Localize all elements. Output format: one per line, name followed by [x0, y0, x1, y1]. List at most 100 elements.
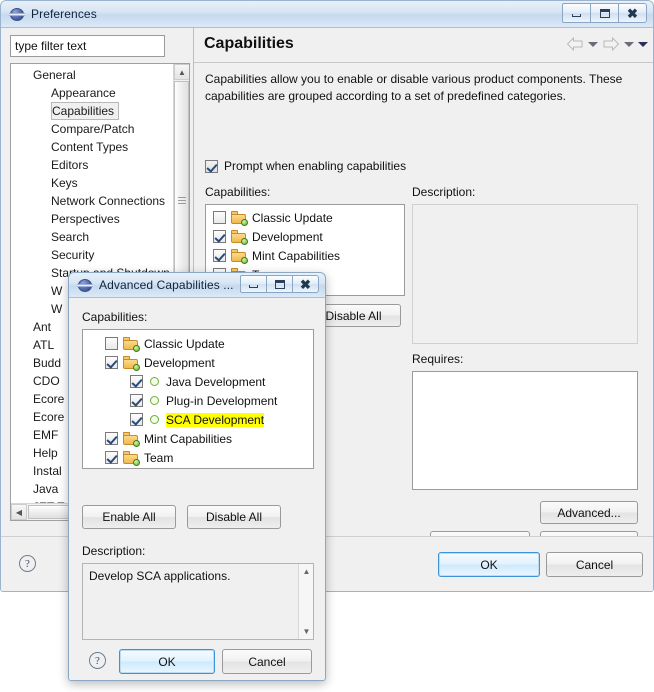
advanced-disable-all-button[interactable]: Disable All — [187, 505, 281, 529]
capabilities-label: Capabilities: — [205, 185, 271, 199]
sidebar-item-general[interactable]: General — [11, 66, 174, 84]
help-icon[interactable]: ? — [89, 652, 106, 669]
back-dropdown-icon[interactable] — [588, 41, 598, 47]
filter-input[interactable] — [10, 35, 165, 57]
view-menu-icon[interactable] — [638, 41, 648, 47]
capability-label: Team — [144, 450, 174, 465]
capability-checkbox[interactable] — [130, 413, 143, 426]
advanced-dialog-title: Advanced Capabilities ... — [99, 278, 234, 292]
cancel-button[interactable]: Cancel — [546, 552, 643, 577]
page-nav-toolbar — [566, 37, 648, 51]
advanced-dialog-body: Capabilities: Classic Update Development… — [69, 298, 325, 680]
folder-icon — [123, 450, 140, 466]
prompt-when-enabling-checkbox[interactable] — [205, 159, 218, 173]
advanced-enable-all-button[interactable]: Enable All — [82, 505, 176, 529]
capability-checkbox[interactable] — [105, 356, 118, 369]
minimize-button[interactable] — [562, 3, 591, 23]
description-label: Description: — [412, 185, 476, 199]
sidebar-item-search[interactable]: Search — [11, 228, 174, 246]
sidebar-item-appearance[interactable]: Appearance — [11, 84, 174, 102]
requires-box — [412, 371, 638, 490]
capability-checkbox[interactable] — [105, 432, 118, 445]
tree-row[interactable]: Java Development — [83, 372, 313, 391]
capability-label: Mint Capabilities — [144, 431, 233, 446]
capability-dot-icon — [150, 396, 159, 405]
capability-label: Development — [252, 229, 323, 244]
sidebar-item-perspectives[interactable]: Perspectives — [11, 210, 174, 228]
window-title: Preferences — [31, 7, 97, 21]
capability-label-highlighted: SCA Development — [166, 412, 265, 427]
advanced-ok-button[interactable]: OK — [119, 649, 215, 674]
advanced-description-label: Description: — [82, 544, 146, 558]
tree-row[interactable]: Mint Capabilities — [83, 429, 313, 448]
sidebar-item-capabilities[interactable]: Capabilities — [51, 102, 120, 120]
capability-label: Classic Update — [144, 336, 225, 351]
capability-checkbox[interactable] — [105, 451, 118, 464]
list-item[interactable]: Classic Update — [206, 208, 404, 227]
forward-dropdown-icon[interactable] — [624, 41, 634, 47]
ok-button[interactable]: OK — [438, 552, 540, 577]
sidebar-item-content-types[interactable]: Content Types — [11, 138, 174, 156]
capability-checkbox[interactable] — [105, 337, 118, 350]
advanced-window-controls: ✖ — [240, 275, 319, 293]
description-box — [412, 204, 638, 344]
requires-label: Requires: — [412, 352, 464, 366]
maximize-button[interactable] — [266, 275, 293, 293]
back-arrow-icon[interactable] — [566, 37, 584, 51]
capability-checkbox[interactable] — [213, 249, 226, 262]
folder-icon — [231, 210, 248, 226]
window-controls: ✖ — [562, 3, 647, 23]
preferences-titlebar: Preferences ✖ — [1, 1, 653, 28]
advanced-button[interactable]: Advanced... — [540, 501, 638, 524]
scroll-down-icon[interactable]: ▼ — [299, 624, 314, 639]
tree-row[interactable]: Plug-in Development — [83, 391, 313, 410]
sidebar-item-editors[interactable]: Editors — [11, 156, 174, 174]
scroll-up-icon[interactable]: ▲ — [174, 64, 189, 80]
capability-checkbox[interactable] — [213, 211, 226, 224]
capability-label: Mint Capabilities — [252, 248, 341, 263]
close-button[interactable]: ✖ — [292, 275, 319, 293]
capability-checkbox[interactable] — [130, 375, 143, 388]
description-scrollbar[interactable]: ▲ ▼ — [298, 564, 313, 639]
page-description: Capabilities allow you to enable or disa… — [205, 72, 623, 103]
sidebar-item-keys[interactable]: Keys — [11, 174, 174, 192]
help-icon[interactable]: ? — [19, 555, 36, 572]
tree-row-selected[interactable]: SCA Development — [83, 410, 313, 429]
page-title: Capabilities — [204, 35, 294, 52]
prompt-when-enabling-checkbox-row[interactable]: Prompt when enabling capabilities — [205, 159, 406, 173]
advanced-dialog-footer: ? OK Cancel — [69, 640, 325, 680]
forward-arrow-icon[interactable] — [602, 37, 620, 51]
capability-label: Java Development — [166, 374, 266, 389]
sidebar-item-network-connections[interactable]: Network Connections — [11, 192, 174, 210]
advanced-dialog-titlebar: Advanced Capabilities ... ✖ — [69, 273, 325, 298]
capability-checkbox[interactable] — [213, 230, 226, 243]
sidebar-item-compare-patch[interactable]: Compare/Patch — [11, 120, 174, 138]
advanced-cancel-button[interactable]: Cancel — [222, 649, 312, 674]
capability-label: Plug-in Development — [166, 393, 278, 408]
folder-icon — [123, 355, 140, 371]
capability-dot-icon — [150, 377, 159, 386]
close-button[interactable]: ✖ — [618, 3, 647, 23]
capability-checkbox[interactable] — [130, 394, 143, 407]
tree-row[interactable]: Development — [83, 353, 313, 372]
advanced-capabilities-tree[interactable]: Classic Update Development Java Developm… — [82, 329, 314, 469]
tree-row[interactable]: Team — [83, 448, 313, 467]
capability-label: Development — [144, 355, 215, 370]
list-item[interactable]: Mint Capabilities — [206, 246, 404, 265]
prompt-when-enabling-label: Prompt when enabling capabilities — [224, 159, 407, 173]
scroll-left-icon[interactable]: ◀ — [11, 504, 27, 520]
scroll-up-icon[interactable]: ▲ — [299, 564, 314, 579]
advanced-capabilities-dialog: Advanced Capabilities ... ✖ Capabilities… — [68, 272, 326, 681]
tree-row[interactable]: Classic Update — [83, 334, 313, 353]
minimize-button[interactable] — [240, 275, 267, 293]
list-item[interactable]: Development — [206, 227, 404, 246]
capability-label: Classic Update — [252, 210, 333, 225]
eclipse-globe-icon — [77, 277, 93, 293]
folder-icon — [123, 336, 140, 352]
advanced-description-box: Develop SCA applications. ▲ ▼ — [82, 563, 314, 640]
folder-icon — [231, 248, 248, 264]
sidebar-item-security[interactable]: Security — [11, 246, 174, 264]
folder-icon — [231, 229, 248, 245]
maximize-button[interactable] — [590, 3, 619, 23]
page-header: Capabilities — [194, 28, 653, 63]
